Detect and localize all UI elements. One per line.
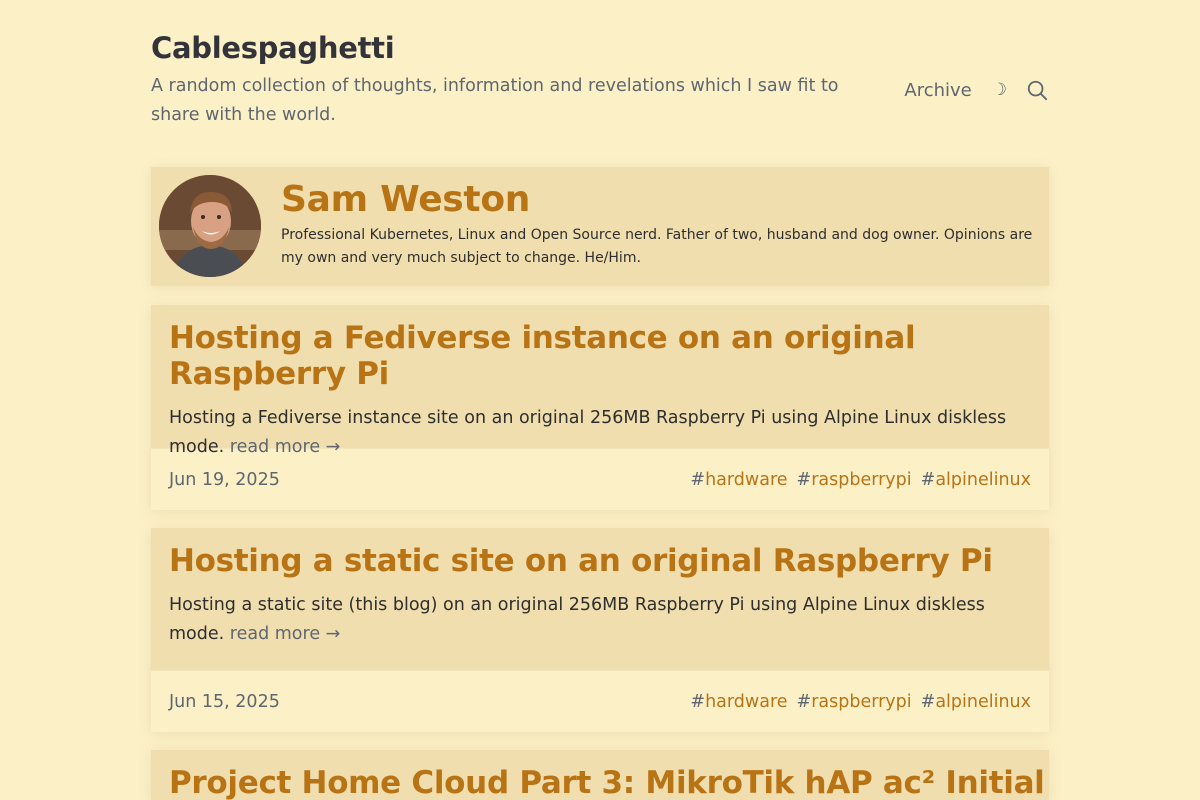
post-card: Hosting a static site on an original Ras… [151,528,1049,732]
tag-hash: # [690,691,706,712]
post-card: Hosting a Fediverse instance on an origi… [151,305,1049,510]
site-title[interactable]: Cablespaghetti [151,31,395,65]
post-summary: Hosting a static site (this blog) on an … [169,591,1031,649]
main-nav: Archive ☽ [904,76,1049,104]
post-card: Project Home Cloud Part 3: MikroTik hAP … [151,750,1049,800]
tag-label: raspberrypi [811,691,912,712]
post-body: Hosting a Fediverse instance on an origi… [151,305,1049,457]
tag-label: raspberrypi [811,469,912,490]
search-icon[interactable] [1025,78,1049,102]
tag-label: hardware [705,691,788,712]
tag-hash: # [920,469,936,490]
author-profile-card: Sam Weston Professional Kubernetes, Linu… [151,167,1049,286]
post-title-link[interactable]: Project Home Cloud Part 3: MikroTik hAP … [169,765,1045,800]
tag-link-alpinelinux[interactable]: #alpinelinux [921,470,1031,490]
tag-hash: # [796,691,812,712]
tag-label: alpinelinux [935,469,1031,490]
post-title-link[interactable]: Hosting a static site on an original Ras… [169,543,1031,579]
tag-link-hardware[interactable]: #hardware [690,692,787,712]
post-body: Project Home Cloud Part 3: MikroTik hAP … [151,750,1049,800]
post-date: Jun 15, 2025 [169,691,280,712]
nav-archive-link[interactable]: Archive [904,80,971,101]
tag-link-raspberrypi[interactable]: #raspberrypi [797,692,912,712]
tag-hash: # [796,469,812,490]
read-more-link[interactable]: read more → [230,624,341,644]
author-name: Sam Weston [281,179,531,220]
read-more-link[interactable]: read more → [230,437,341,457]
page-container: Cablespaghetti A random collection of th… [151,0,1049,800]
post-body: Hosting a static site on an original Ras… [151,528,1049,670]
tag-label: alpinelinux [935,691,1031,712]
tag-link-alpinelinux[interactable]: #alpinelinux [921,692,1031,712]
post-tags: #hardware #raspberrypi #alpinelinux [681,692,1031,712]
tag-hash: # [690,469,706,490]
tag-link-raspberrypi[interactable]: #raspberrypi [797,470,912,490]
theme-toggle-moon-icon[interactable]: ☽ [992,80,1007,100]
tag-hash: # [920,691,936,712]
avatar [159,175,261,277]
post-date: Jun 19, 2025 [169,469,280,490]
post-tags: #hardware #raspberrypi #alpinelinux [681,470,1031,490]
post-title-link[interactable]: Hosting a Fediverse instance on an origi… [169,320,1031,392]
post-footer: Jun 15, 2025 #hardware #raspberrypi #alp… [151,670,1049,732]
tag-link-hardware[interactable]: #hardware [690,470,787,490]
site-header: Cablespaghetti A random collection of th… [151,0,1049,167]
tag-label: hardware [705,469,788,490]
site-tagline: A random collection of thoughts, informa… [151,76,839,125]
author-bio: Professional Kubernetes, Linux and Open … [281,227,1033,266]
